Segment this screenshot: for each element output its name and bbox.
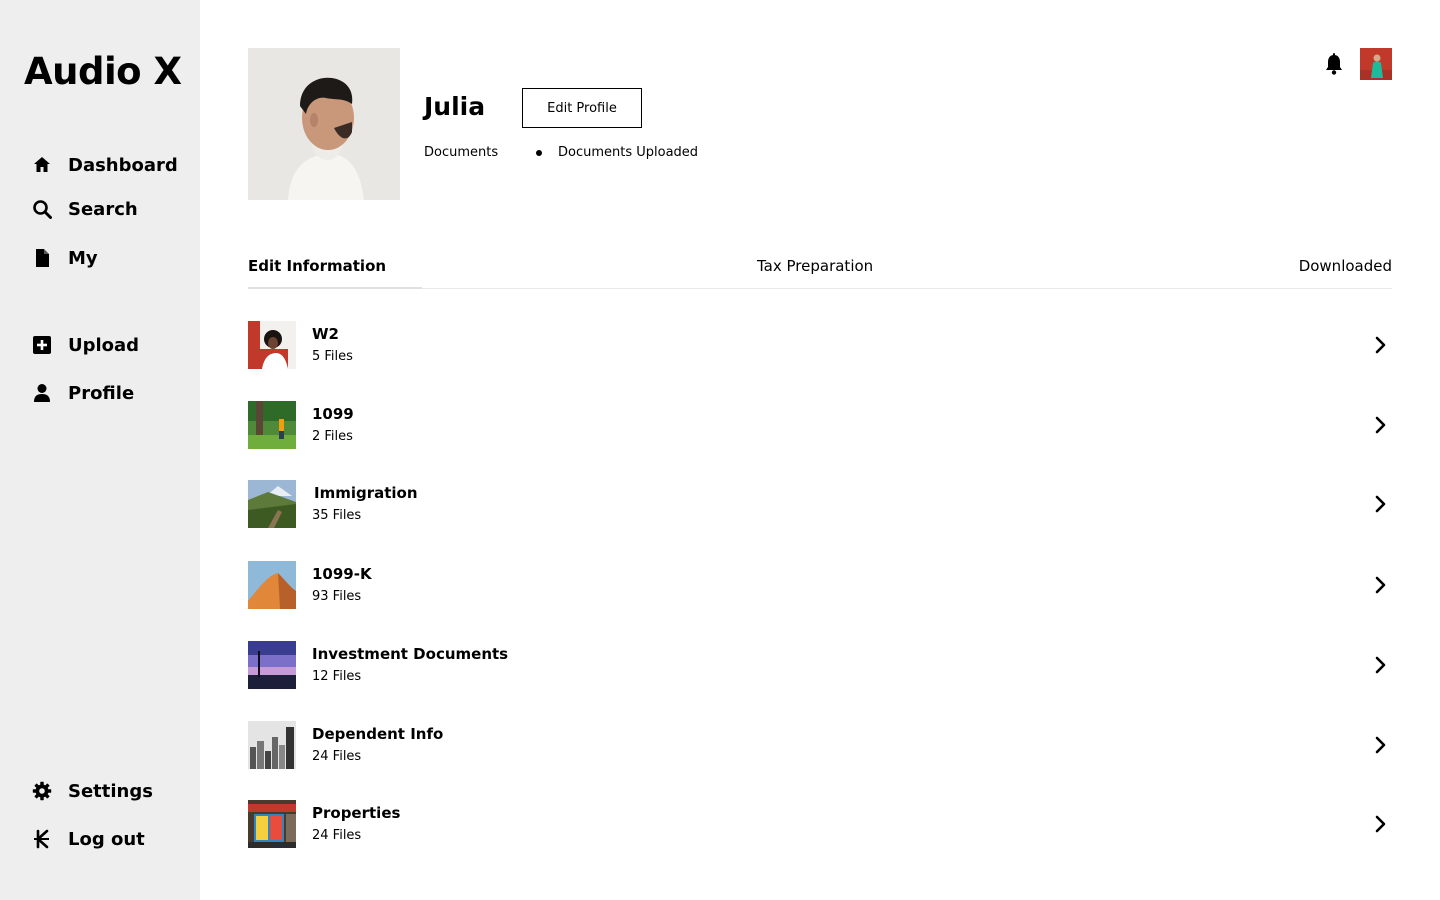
sidebar-item-label: Search [68,198,138,220]
sidebar-item-profile[interactable]: Profile [32,379,134,407]
list-item[interactable]: 1099-K 93 Files [248,561,1392,609]
document-title: Immigration [314,484,418,502]
document-title: 1099 [312,405,354,423]
chevron-right-icon [1375,815,1386,833]
list-item[interactable]: Investment Documents 12 Files [248,641,1392,689]
edit-profile-button[interactable]: Edit Profile [522,88,642,128]
document-file-count: 35 Files [312,508,362,523]
sidebar-item-label: Dashboard [68,154,178,176]
user-icon [32,383,52,403]
gear-icon [32,781,52,801]
tab-edit-information[interactable]: Edit Information [248,257,386,275]
document-title: W2 [312,325,339,343]
sidebar-item-settings[interactable]: Settings [32,777,153,805]
document-thumbnail [248,721,296,769]
documents-label: Documents [424,145,499,160]
chevron-right-icon [1375,656,1386,674]
sidebar-item-my[interactable]: My [32,244,98,272]
profile-photo [248,48,400,200]
kip-currency-icon [32,829,52,849]
sidebar-item-label: Log out [68,828,145,850]
sidebar-item-label: My [68,247,98,269]
sidebar-item-label: Settings [68,780,153,802]
document-title: Dependent Info [312,725,444,743]
document-file-count: 12 Files [312,669,362,684]
document-thumbnail [248,641,296,689]
list-item[interactable]: Dependent Info 24 Files [248,721,1392,769]
document-icon [32,248,52,268]
list-item[interactable]: Immigration 35 Files [248,480,1392,528]
list-item[interactable]: 1099 2 Files [248,401,1392,449]
document-title: Investment Documents [312,645,509,663]
document-thumbnail [248,480,296,528]
chevron-right-icon [1375,576,1386,594]
document-file-count: 93 Files [312,589,362,604]
chevron-right-icon [1375,736,1386,754]
document-file-count: 5 Files [312,349,353,364]
app-logo: Audio X [24,50,182,93]
active-tab-indicator [248,287,422,289]
chevron-right-icon [1375,336,1386,354]
document-file-count: 24 Files [312,828,362,843]
bell-icon[interactable] [1322,52,1346,76]
chevron-right-icon [1375,416,1386,434]
sidebar-item-dashboard[interactable]: Dashboard [32,151,178,179]
avatar[interactable] [1360,48,1392,80]
sidebar-item-search[interactable]: Search [32,195,138,223]
document-title: Properties [312,804,401,822]
document-file-count: 2 Files [312,429,353,444]
search-icon [32,199,52,219]
home-icon [32,155,52,175]
document-thumbnail [248,321,296,369]
chevron-right-icon [1375,495,1386,513]
document-file-count: 24 Files [312,749,362,764]
plus-square-icon [32,335,52,355]
documents-uploaded-label: Documents Uploaded [558,145,699,160]
tab-downloaded[interactable]: Downloaded [1299,257,1392,275]
separator-dot [536,150,542,156]
list-item[interactable]: W2 5 Files [248,321,1392,369]
document-title: 1099-K [312,565,372,583]
document-thumbnail [248,561,296,609]
tab-tax-preparation[interactable]: Tax Preparation [757,257,873,275]
list-item[interactable]: Properties 24 Files [248,800,1392,848]
sidebar: Audio X Dashboard Search My Upload Profi… [0,0,200,900]
document-thumbnail [248,800,296,848]
sidebar-item-upload[interactable]: Upload [32,331,139,359]
sidebar-item-logout[interactable]: Log out [32,825,145,853]
profile-name: Julia [424,92,486,121]
sidebar-item-label: Profile [68,382,135,404]
document-thumbnail [248,401,296,449]
sidebar-item-label: Upload [68,334,140,356]
